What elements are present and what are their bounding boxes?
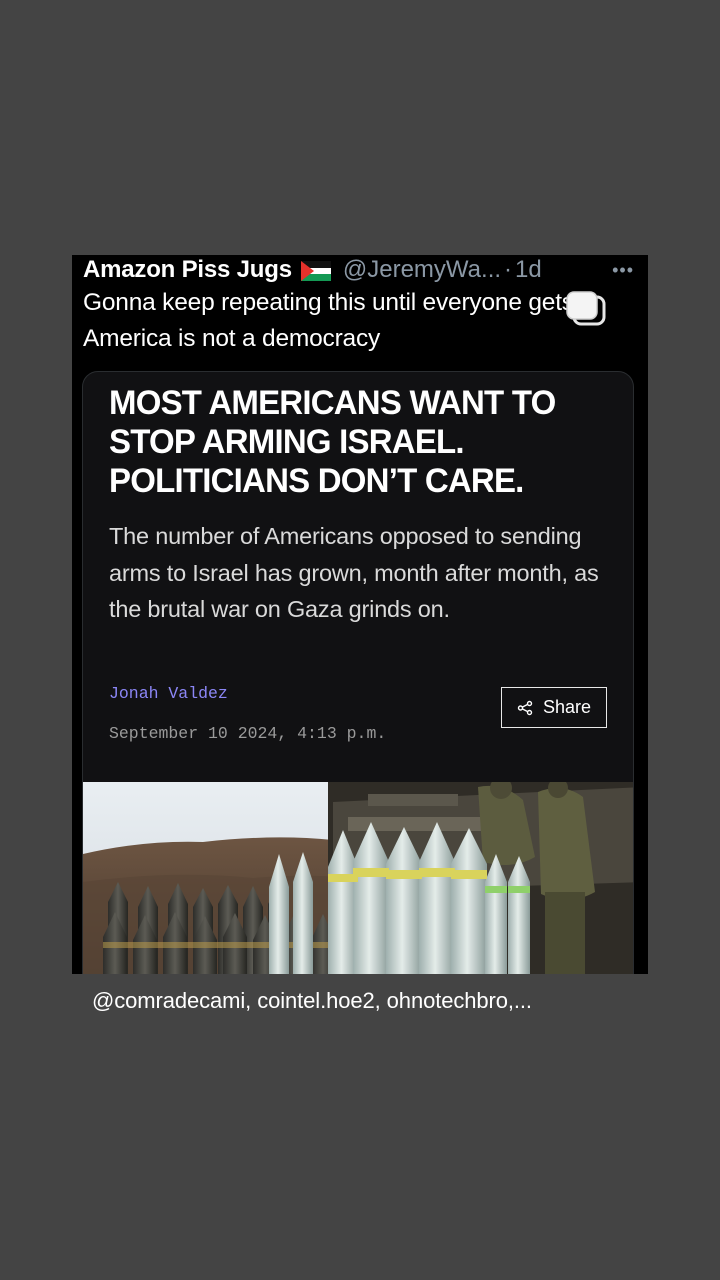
article-headline: MOST AMERICANS WANT TO STOP ARMING ISRAE… (109, 384, 556, 500)
tweet-timestamp[interactable]: 1d (515, 256, 542, 284)
share-label: Share (542, 697, 592, 717)
share-icon (517, 700, 533, 715)
article-date: September 10 2024, 4:13 p.m. (109, 724, 387, 743)
tweet-text: Gonna keep repeating this until everyone… (83, 289, 599, 352)
link-preview-card[interactable]: MOST AMERICANS WANT TO STOP ARMING ISRAE… (82, 371, 634, 974)
article-author[interactable]: Jonah Valdez (109, 684, 228, 703)
share-button[interactable]: Share (501, 687, 607, 728)
story-mentions[interactable]: @comradecami, cointel.hoe2, ohnotechbro,… (92, 988, 532, 1014)
copy-overlay-icon[interactable] (566, 291, 608, 329)
more-options-icon[interactable]: ••• (612, 260, 634, 281)
artillery-shells-photo (83, 782, 633, 974)
tweet-header: Amazon Piss Jugs @JeremyWa... · 1d ••• (83, 255, 634, 285)
author-handle[interactable]: @JeremyWa... (343, 256, 501, 284)
reposted-tweet-screenshot: Amazon Piss Jugs @JeremyWa... · 1d ••• G… (72, 255, 648, 974)
author-name[interactable]: Amazon Piss Jugs (83, 256, 292, 284)
article-summary: The number of Americans opposed to sendi… (109, 523, 599, 622)
palestine-flag-icon (300, 260, 331, 281)
header-separator: · (504, 256, 513, 283)
